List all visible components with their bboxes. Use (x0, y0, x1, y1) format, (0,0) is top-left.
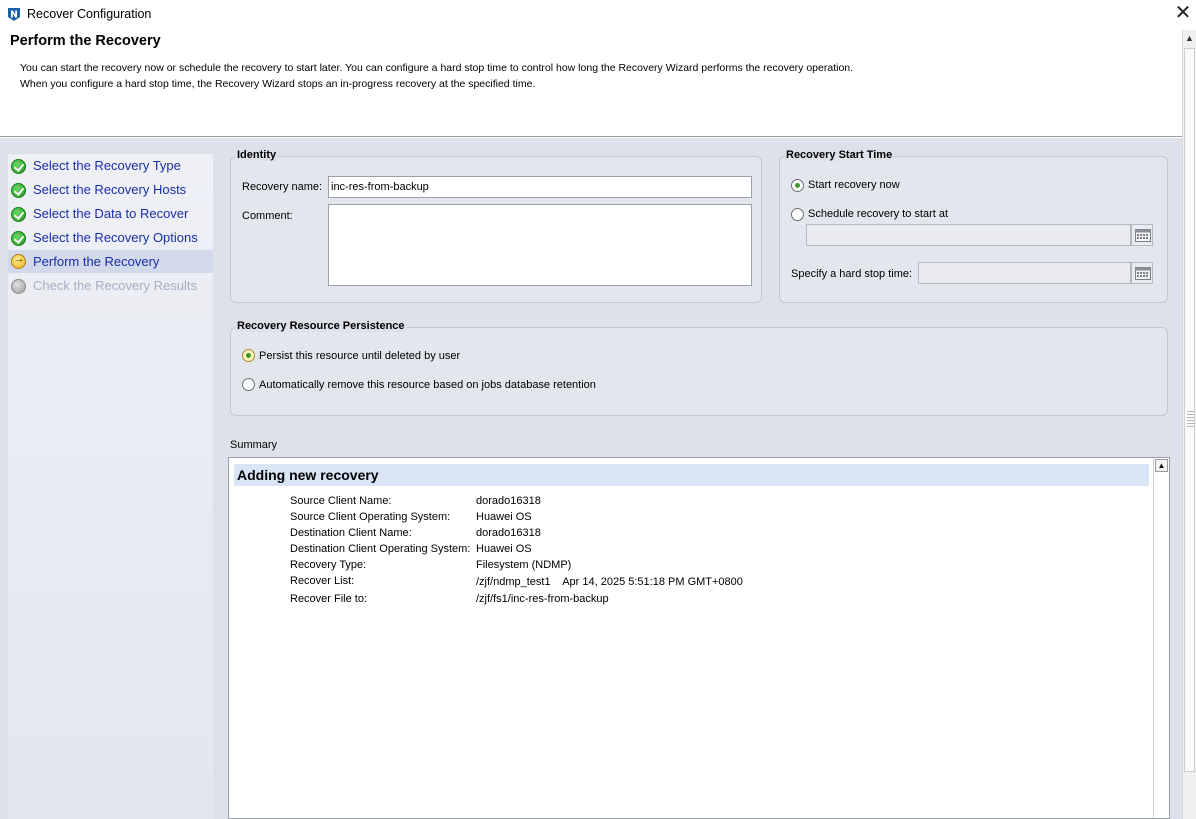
persistence-title: Recovery Resource Persistence (235, 320, 407, 332)
summary-key: Destination Client Name: (290, 527, 412, 539)
window-title: Recover Configuration (27, 7, 152, 21)
recovery-name-input[interactable] (328, 176, 752, 198)
start-now-radio[interactable] (791, 179, 804, 192)
hard-stop-input (918, 262, 1131, 284)
arrow-current-icon (11, 253, 26, 269)
summary-value: Huawei OS (476, 511, 532, 523)
summary-value: /zjf/fs1/inc-res-from-backup (476, 593, 609, 605)
green-check-icon (11, 207, 26, 222)
step-select-recovery-options[interactable]: Select the Recovery Options (8, 227, 213, 250)
wizard-body: Select the Recovery Type Select the Reco… (0, 138, 1182, 819)
calendar-icon (1135, 267, 1151, 280)
wizard-header: Perform the Recovery You can start the r… (0, 30, 1182, 137)
description-line-1: You can start the recovery now or schedu… (20, 62, 854, 74)
start-time-group: Recovery Start Time Start recovery now S… (779, 149, 1168, 303)
summary-heading-bar: Adding new recovery (234, 464, 1149, 486)
step-label[interactable]: Perform the Recovery (33, 254, 159, 269)
summary-value: dorado16318 (476, 527, 541, 539)
summary-value: Huawei OS (476, 543, 532, 555)
scroll-up-arrow-icon[interactable]: ▲ (1183, 30, 1196, 46)
step-label[interactable]: Select the Data to Recover (33, 206, 188, 221)
page-title: Perform the Recovery (10, 33, 161, 49)
identity-group: Identity Recovery name: Comment: (230, 149, 762, 303)
close-button[interactable]: ✕ (1172, 3, 1194, 25)
comment-textarea[interactable] (328, 204, 752, 286)
summary-key: Recovery Type: (290, 559, 367, 571)
summary-key: Recover List: (290, 575, 355, 587)
title-bar: Recover Configuration ✕ (0, 0, 1196, 30)
start-now-label[interactable]: Start recovery now (808, 179, 900, 191)
summary-value: Filesystem (NDMP) (476, 559, 572, 571)
summary-key: Recover File to: (290, 593, 368, 605)
scroll-up-arrow-icon[interactable]: ▲ (1155, 459, 1168, 472)
gray-circle-icon (11, 279, 26, 294)
schedule-label[interactable]: Schedule recovery to start at (808, 208, 948, 220)
scrollbar-thumb[interactable] (1184, 48, 1195, 772)
green-check-icon (11, 183, 26, 198)
scrollbar-grip (1187, 409, 1194, 429)
start-time-title: Recovery Start Time (784, 149, 895, 161)
summary-heading: Adding new recovery (237, 467, 379, 483)
auto-remove-label[interactable]: Automatically remove this resource based… (259, 379, 596, 391)
hard-stop-label: Specify a hard stop time: (791, 268, 913, 280)
green-check-icon (11, 159, 26, 174)
step-label[interactable]: Select the Recovery Type (33, 158, 181, 173)
summary-panel: Adding new recovery Source Client Name: … (228, 457, 1170, 819)
schedule-radio[interactable] (791, 208, 804, 221)
persist-radio[interactable] (242, 349, 255, 362)
schedule-calendar-button (1131, 224, 1153, 246)
networker-logo-icon (6, 6, 22, 22)
recovery-name-label: Recovery name: (242, 181, 323, 193)
hard-stop-calendar-button (1131, 262, 1153, 284)
persist-label[interactable]: Persist this resource until deleted by u… (259, 350, 460, 362)
step-select-recovery-type[interactable]: Select the Recovery Type (8, 155, 213, 178)
comment-label: Comment: (242, 210, 293, 222)
summary-label: Summary (230, 439, 278, 451)
green-check-icon (11, 231, 26, 246)
schedule-datetime-input (806, 224, 1131, 246)
summary-value: /zjf/ndmp_test1 Apr 14, 2025 5:51:18 PM … (476, 576, 743, 588)
step-perform-recovery[interactable]: Perform the Recovery (8, 250, 213, 273)
wizard-steps: Select the Recovery Type Select the Reco… (8, 154, 213, 819)
summary-scrollbar[interactable]: ▲ (1153, 458, 1169, 818)
summary-key: Source Client Name: (290, 495, 392, 507)
summary-key: Destination Client Operating System: (290, 543, 471, 555)
step-label[interactable]: Select the Recovery Hosts (33, 182, 186, 197)
step-check-recovery-results: Check the Recovery Results (8, 275, 213, 298)
summary-value: dorado16318 (476, 495, 541, 507)
step-label[interactable]: Select the Recovery Options (33, 230, 198, 245)
persistence-group: Recovery Resource Persistence Persist th… (230, 320, 1168, 416)
page-description: You can start the recovery now or schedu… (20, 61, 1120, 92)
auto-remove-radio[interactable] (242, 378, 255, 391)
description-line-2: When you configure a hard stop time, the… (20, 77, 536, 90)
step-label: Check the Recovery Results (33, 278, 198, 293)
page-scrollbar[interactable]: ▲ (1182, 30, 1196, 819)
calendar-icon (1135, 229, 1151, 242)
summary-key: Source Client Operating System: (290, 511, 451, 523)
step-select-recovery-hosts[interactable]: Select the Recovery Hosts (8, 179, 213, 202)
identity-title: Identity (235, 149, 279, 161)
step-select-data-to-recover[interactable]: Select the Data to Recover (8, 203, 213, 226)
